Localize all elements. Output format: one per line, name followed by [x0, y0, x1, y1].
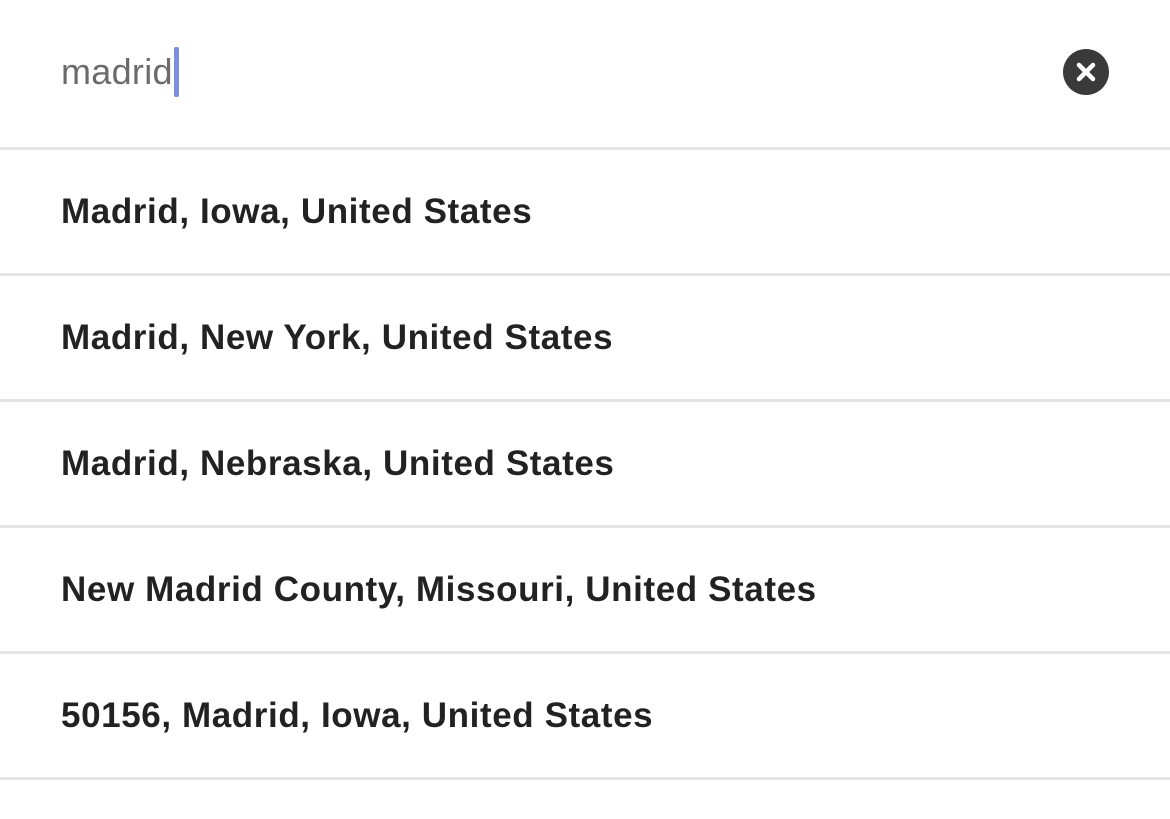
search-result-label: New Madrid County, Missouri, United Stat… [61, 569, 817, 609]
search-results-list: Madrid, Iowa, United States Madrid, New … [0, 150, 1170, 780]
search-result-label: Madrid, Nebraska, United States [61, 443, 615, 483]
close-circle-icon [1076, 62, 1096, 82]
search-result-label: Madrid, New York, United States [61, 317, 614, 357]
search-bar: madrid [0, 0, 1170, 150]
search-result-item[interactable]: 50156, Madrid, Iowa, United States [0, 654, 1170, 780]
search-result-label: Madrid, Iowa, United States [61, 191, 533, 231]
search-result-item[interactable]: Madrid, Nebraska, United States [0, 402, 1170, 528]
clear-search-button[interactable] [1063, 49, 1109, 95]
search-result-label: 50156, Madrid, Iowa, United States [61, 695, 654, 735]
search-result-item[interactable]: Madrid, Iowa, United States [0, 150, 1170, 276]
search-input-value: madrid [61, 51, 173, 92]
search-result-item[interactable]: New Madrid County, Missouri, United Stat… [0, 528, 1170, 654]
search-result-item[interactable]: Madrid, New York, United States [0, 276, 1170, 402]
search-input[interactable]: madrid [61, 46, 179, 98]
text-caret [173, 47, 179, 97]
